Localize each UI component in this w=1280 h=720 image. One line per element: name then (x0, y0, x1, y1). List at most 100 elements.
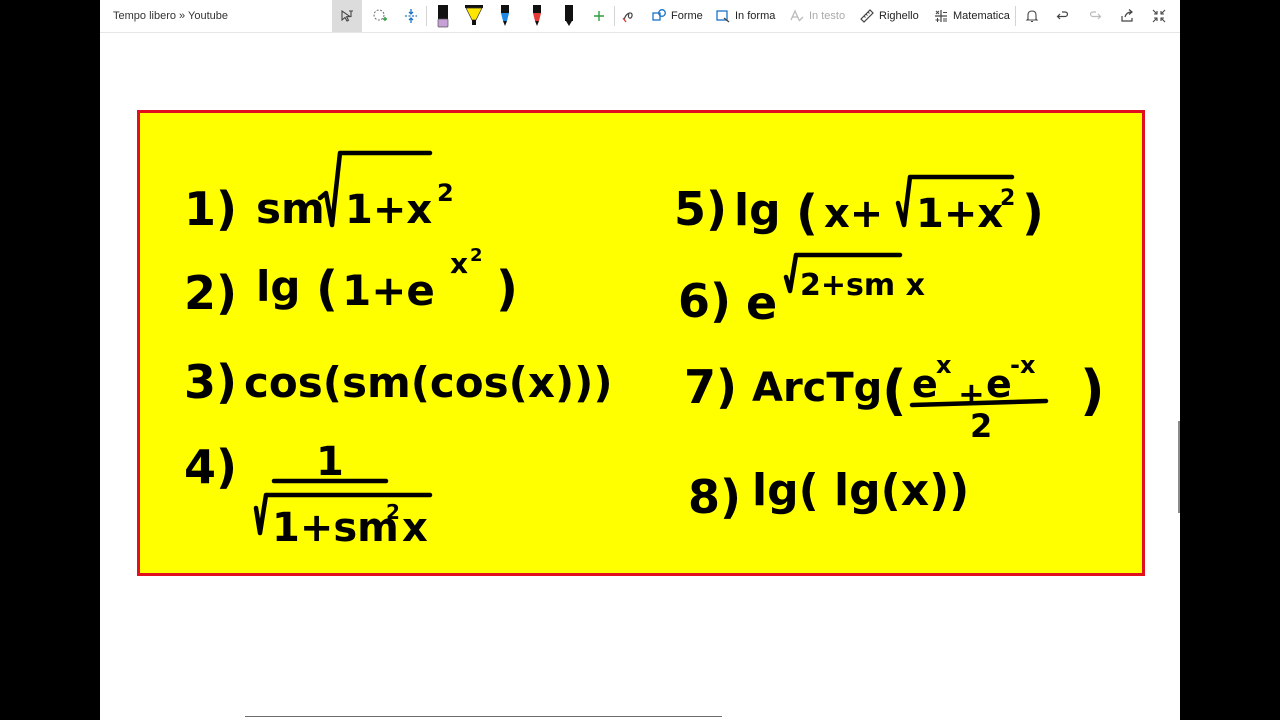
eraser-icon (437, 5, 449, 28)
note-canvas[interactable]: 1) sm 1+x 2 2) lg ( 1+e x 2 ) 3) cos(sm(… (100, 33, 1180, 720)
shapes-icon (652, 9, 666, 21)
lg-text: lg (256, 262, 300, 311)
pen-red-icon (533, 5, 541, 26)
exercise-8: 8) lg( lg(x)) (688, 465, 969, 524)
lg-text: lg (734, 185, 781, 236)
paren-text: ) (496, 261, 518, 317)
denominator-text: 1+sm (272, 505, 399, 551)
ink-to-shape-icon (716, 10, 730, 23)
exponent-text: x (450, 247, 468, 280)
exercise-4: 4) 1 1+sm 2 x (184, 439, 433, 551)
exponent-text: 2 (1000, 186, 1015, 211)
exercise-3: 3) cos(sm(cos(x))) (184, 355, 613, 409)
expression-text: cos(sm(cos(x))) (244, 358, 613, 407)
function-text: ArcTg (752, 365, 882, 411)
ruler-button[interactable]: Righello (859, 0, 919, 32)
exponent-text: 2 (386, 500, 400, 524)
add-pen-button[interactable] (591, 0, 607, 32)
highlighter-button[interactable] (462, 0, 486, 32)
page-divider (245, 716, 722, 717)
base-text: e (746, 276, 777, 330)
toolbar-divider (426, 6, 427, 26)
paren-text: ( (796, 185, 818, 241)
insert-space-button[interactable] (401, 0, 421, 32)
pen-black-button[interactable] (562, 0, 576, 32)
exercise-number: 8) (688, 470, 741, 524)
lasso-icon (373, 9, 387, 21)
share-icon (1121, 9, 1133, 22)
paren-text: ) (1080, 359, 1105, 422)
radicand-text: 1+x (345, 187, 432, 233)
toolbar-divider (1015, 6, 1016, 26)
pen-black-icon (565, 5, 573, 26)
sum-text: x+ (824, 191, 883, 237)
numerator-text: 1 (316, 439, 344, 485)
ink-to-shape-label: In forma (735, 10, 776, 22)
exercise-5: 5) lg ( x+ 1+x 2 ) (674, 174, 1044, 241)
touch-writing-icon (622, 12, 633, 23)
redo-button[interactable] (1086, 0, 1104, 32)
highlighter-yellow-icon (465, 5, 483, 25)
exercise-number: 6) (678, 274, 731, 328)
eraser-button[interactable] (435, 0, 451, 32)
exponent-text: 2 (470, 245, 483, 266)
math-label: Matematica (953, 10, 1010, 22)
term-text: e (912, 362, 938, 406)
breadcrumb[interactable]: Tempo libero » Youtube (113, 0, 228, 32)
share-button[interactable] (1118, 0, 1136, 32)
radicand-text: 2+sm x (800, 268, 925, 303)
undo-icon (1056, 11, 1069, 20)
toolbar-divider (614, 6, 615, 26)
paren-text: ( (882, 359, 907, 422)
ink-to-text-icon (790, 9, 804, 22)
notifications-button[interactable] (1023, 0, 1041, 32)
denominator-text: 2 (970, 407, 992, 445)
exercise-number: 4) (184, 440, 237, 494)
ruler-icon (860, 9, 874, 23)
insert-space-icon (405, 9, 417, 23)
exercise-frame: 1) sm 1+x 2 2) lg ( 1+e x 2 ) 3) cos(sm(… (137, 110, 1145, 576)
paren-text: ( (316, 261, 338, 317)
ink-to-shape-button[interactable]: In forma (715, 0, 775, 32)
app-window: Tempo libero » Youtube Forme In forma In… (100, 0, 1180, 720)
ink-to-text-label: In testo (809, 10, 846, 22)
paren-text: ) (1022, 185, 1044, 241)
term-text: e (986, 362, 1012, 406)
exercise-7: 7) ArcTg ( e x + e -x 2 ) (684, 351, 1105, 445)
exit-fullscreen-icon (1152, 9, 1166, 23)
pen-blue-icon (501, 5, 509, 26)
shapes-label: Forme (671, 10, 703, 22)
ruler-label: Righello (879, 10, 919, 22)
exercise-6: 6) e 2+sm x (678, 252, 925, 330)
handwritten-exercises: 1) sm 1+x 2 2) lg ( 1+e x 2 ) 3) cos(sm(… (184, 150, 1105, 551)
exercise-number: 1) (184, 182, 237, 236)
expression-text: lg( lg(x)) (752, 465, 969, 516)
undo-button[interactable] (1054, 0, 1072, 32)
sin-text: sm (256, 184, 325, 233)
exercise-number: 7) (684, 360, 737, 414)
lasso-button[interactable] (370, 0, 390, 32)
exponent-text: -x (1010, 351, 1036, 379)
vertical-scrollbar[interactable] (1178, 421, 1180, 513)
exercise-1: 1) sm 1+x 2 (184, 150, 454, 236)
math-button[interactable]: Matematica (933, 0, 1010, 32)
math-icon (935, 10, 947, 22)
pen-blue-button[interactable] (498, 0, 512, 32)
pen-red-button[interactable] (530, 0, 544, 32)
fullscreen-button[interactable] (1150, 0, 1168, 32)
exponent-text: x (936, 351, 952, 379)
lasso-select-button[interactable] (332, 0, 362, 32)
ink-to-text-button[interactable]: In testo (789, 0, 845, 32)
text-select-icon (341, 9, 353, 22)
redo-icon (1089, 11, 1102, 20)
variable-text: x (402, 505, 428, 551)
shapes-button[interactable]: Forme (651, 0, 703, 32)
exponent-text: 2 (437, 179, 454, 207)
radicand-text: 1+x (916, 191, 1003, 237)
touch-writing-button[interactable] (620, 0, 638, 32)
exercise-2: 2) lg ( 1+e x 2 ) (184, 245, 518, 320)
exercise-number: 3) (184, 355, 237, 409)
ribbon-toolbar: Tempo libero » Youtube Forme In forma In… (100, 0, 1180, 33)
plus-icon (594, 11, 604, 21)
sum-text: 1+e (342, 266, 435, 315)
